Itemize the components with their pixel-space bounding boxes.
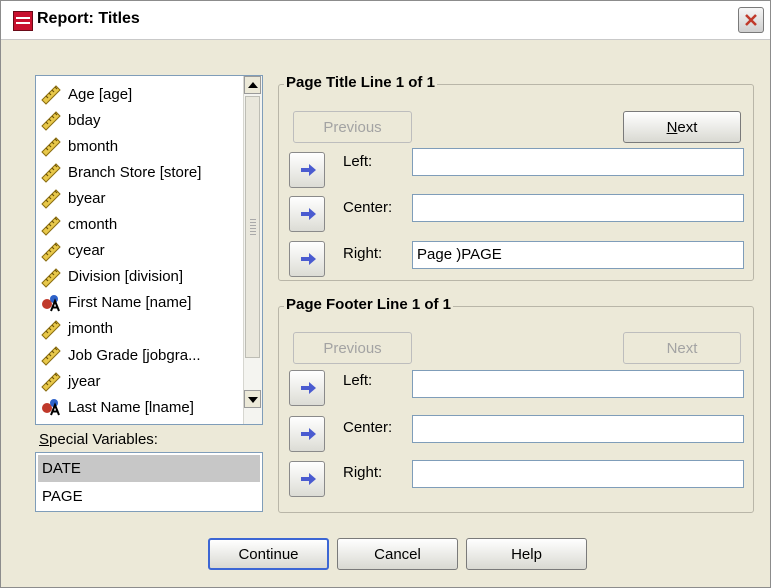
variable-label: Last Name [lname]	[68, 398, 194, 416]
variable-item[interactable]: jmonth	[40, 317, 113, 341]
special-variables-label: Special Variables:	[39, 431, 158, 448]
footer-left-input[interactable]	[412, 370, 744, 398]
footer-right-arrow-button[interactable]	[289, 461, 325, 497]
ruler-icon	[40, 109, 62, 131]
window-title: Report: Titles	[37, 10, 140, 27]
title-right-arrow-button[interactable]	[289, 241, 325, 277]
title-right-input[interactable]: Page )PAGE	[412, 241, 744, 269]
footer-previous-button[interactable]: Previous	[293, 332, 412, 364]
title-previous-button[interactable]: Previous	[293, 111, 412, 143]
title-center-label: Center:	[343, 199, 393, 216]
variable-list-scrollbar[interactable]	[243, 76, 262, 424]
ruler-icon	[40, 161, 62, 184]
ruler-icon	[40, 266, 62, 288]
title-left-input[interactable]	[412, 148, 744, 176]
grip-icon	[250, 219, 256, 237]
ruler-icon	[40, 214, 62, 236]
footer-left-label: Left:	[343, 372, 373, 389]
title-center-input[interactable]	[412, 194, 744, 222]
arrow-right-icon	[301, 164, 316, 176]
variable-item[interactable]: Last Name [lname]	[40, 395, 194, 419]
variable-label: Branch Store [store]	[68, 163, 202, 181]
variable-label: Age [age]	[68, 85, 133, 103]
variable-label: jmonth	[68, 320, 114, 338]
ruler-icon	[40, 135, 62, 157]
variable-list[interactable]: Age [age] bday bmonth Branch Store [store] b…	[35, 75, 263, 425]
footer-next-button[interactable]: Next	[623, 332, 741, 364]
close-button[interactable]	[738, 7, 764, 33]
app-icon	[13, 11, 33, 31]
title-right-label: Right:	[343, 245, 383, 262]
variable-item[interactable]: Branch Store [store]	[40, 160, 201, 184]
ruler-icon	[40, 187, 62, 210]
page-footer-group-label: Page Footer Line 1 of 1	[284, 296, 454, 313]
ruler-icon	[40, 318, 62, 340]
continue-button[interactable]: Continue	[208, 538, 329, 570]
variable-label: cyear	[68, 242, 105, 260]
arrow-right-icon	[301, 253, 316, 265]
page-title-group-label: Page Title Line 1 of 1	[284, 74, 437, 91]
ruler-icon	[40, 83, 62, 105]
footer-center-input[interactable]	[412, 415, 744, 443]
ruler-icon	[40, 370, 62, 392]
string-variable-icon	[40, 292, 62, 314]
ruler-icon	[40, 240, 62, 262]
variable-item[interactable]: Division [division]	[40, 265, 183, 289]
title-center-arrow-button[interactable]	[289, 196, 325, 232]
report-titles-dialog: Report: Titles Age [age] bday bmonth Branch…	[0, 0, 771, 588]
next-mnemonic: N	[666, 118, 678, 136]
footer-right-label: Right:	[343, 464, 383, 481]
arrow-right-icon	[301, 428, 316, 440]
footer-right-input[interactable]	[412, 460, 744, 488]
variable-label: cmonth	[68, 216, 118, 233]
variable-item[interactable]: Job Grade [jobgra...	[40, 343, 201, 367]
variable-label: First Name [name]	[68, 294, 192, 312]
ruler-icon	[40, 344, 62, 366]
string-variable-icon	[40, 396, 62, 418]
variable-item[interactable]: bday	[40, 108, 101, 132]
title-left-arrow-button[interactable]	[289, 152, 325, 188]
footer-left-arrow-button[interactable]	[289, 370, 325, 406]
arrow-right-icon	[301, 473, 316, 485]
variable-label: bmonth	[68, 137, 119, 155]
scroll-thumb[interactable]	[245, 96, 260, 358]
special-item-date[interactable]: DATE	[38, 455, 260, 482]
scroll-down-button[interactable]	[244, 390, 261, 408]
arrow-right-icon	[301, 382, 316, 394]
variable-label: jyear	[68, 372, 101, 390]
footer-center-arrow-button[interactable]	[289, 416, 325, 452]
special-variables-list[interactable]: DATE PAGE	[35, 452, 263, 512]
variable-item[interactable]: Age [age]	[40, 82, 132, 106]
title-next-button[interactable]: Next	[623, 111, 741, 143]
variable-item[interactable]: jyear	[40, 369, 101, 393]
variable-label: Job Grade [jobgra...	[68, 346, 201, 364]
variable-item[interactable]: cmonth	[40, 213, 117, 237]
close-icon	[745, 14, 757, 26]
title-left-label: Left:	[343, 153, 373, 170]
scroll-up-button[interactable]	[244, 76, 261, 94]
title-bar[interactable]: Report: Titles	[1, 1, 770, 40]
special-item-page[interactable]: PAGE	[38, 483, 260, 510]
variable-label: bday	[68, 111, 101, 129]
variable-label: Division [division]	[68, 268, 184, 286]
help-button[interactable]: Help	[466, 538, 587, 570]
variable-item[interactable]: First Name [name]	[40, 291, 191, 315]
arrow-right-icon	[301, 208, 316, 220]
variable-item[interactable]: cyear	[40, 239, 105, 263]
variable-item[interactable]: byear	[40, 186, 106, 210]
footer-center-label: Center:	[343, 419, 393, 436]
cancel-button[interactable]: Cancel	[337, 538, 458, 570]
variable-item[interactable]: bmonth	[40, 134, 118, 158]
variable-label: byear	[68, 189, 106, 207]
